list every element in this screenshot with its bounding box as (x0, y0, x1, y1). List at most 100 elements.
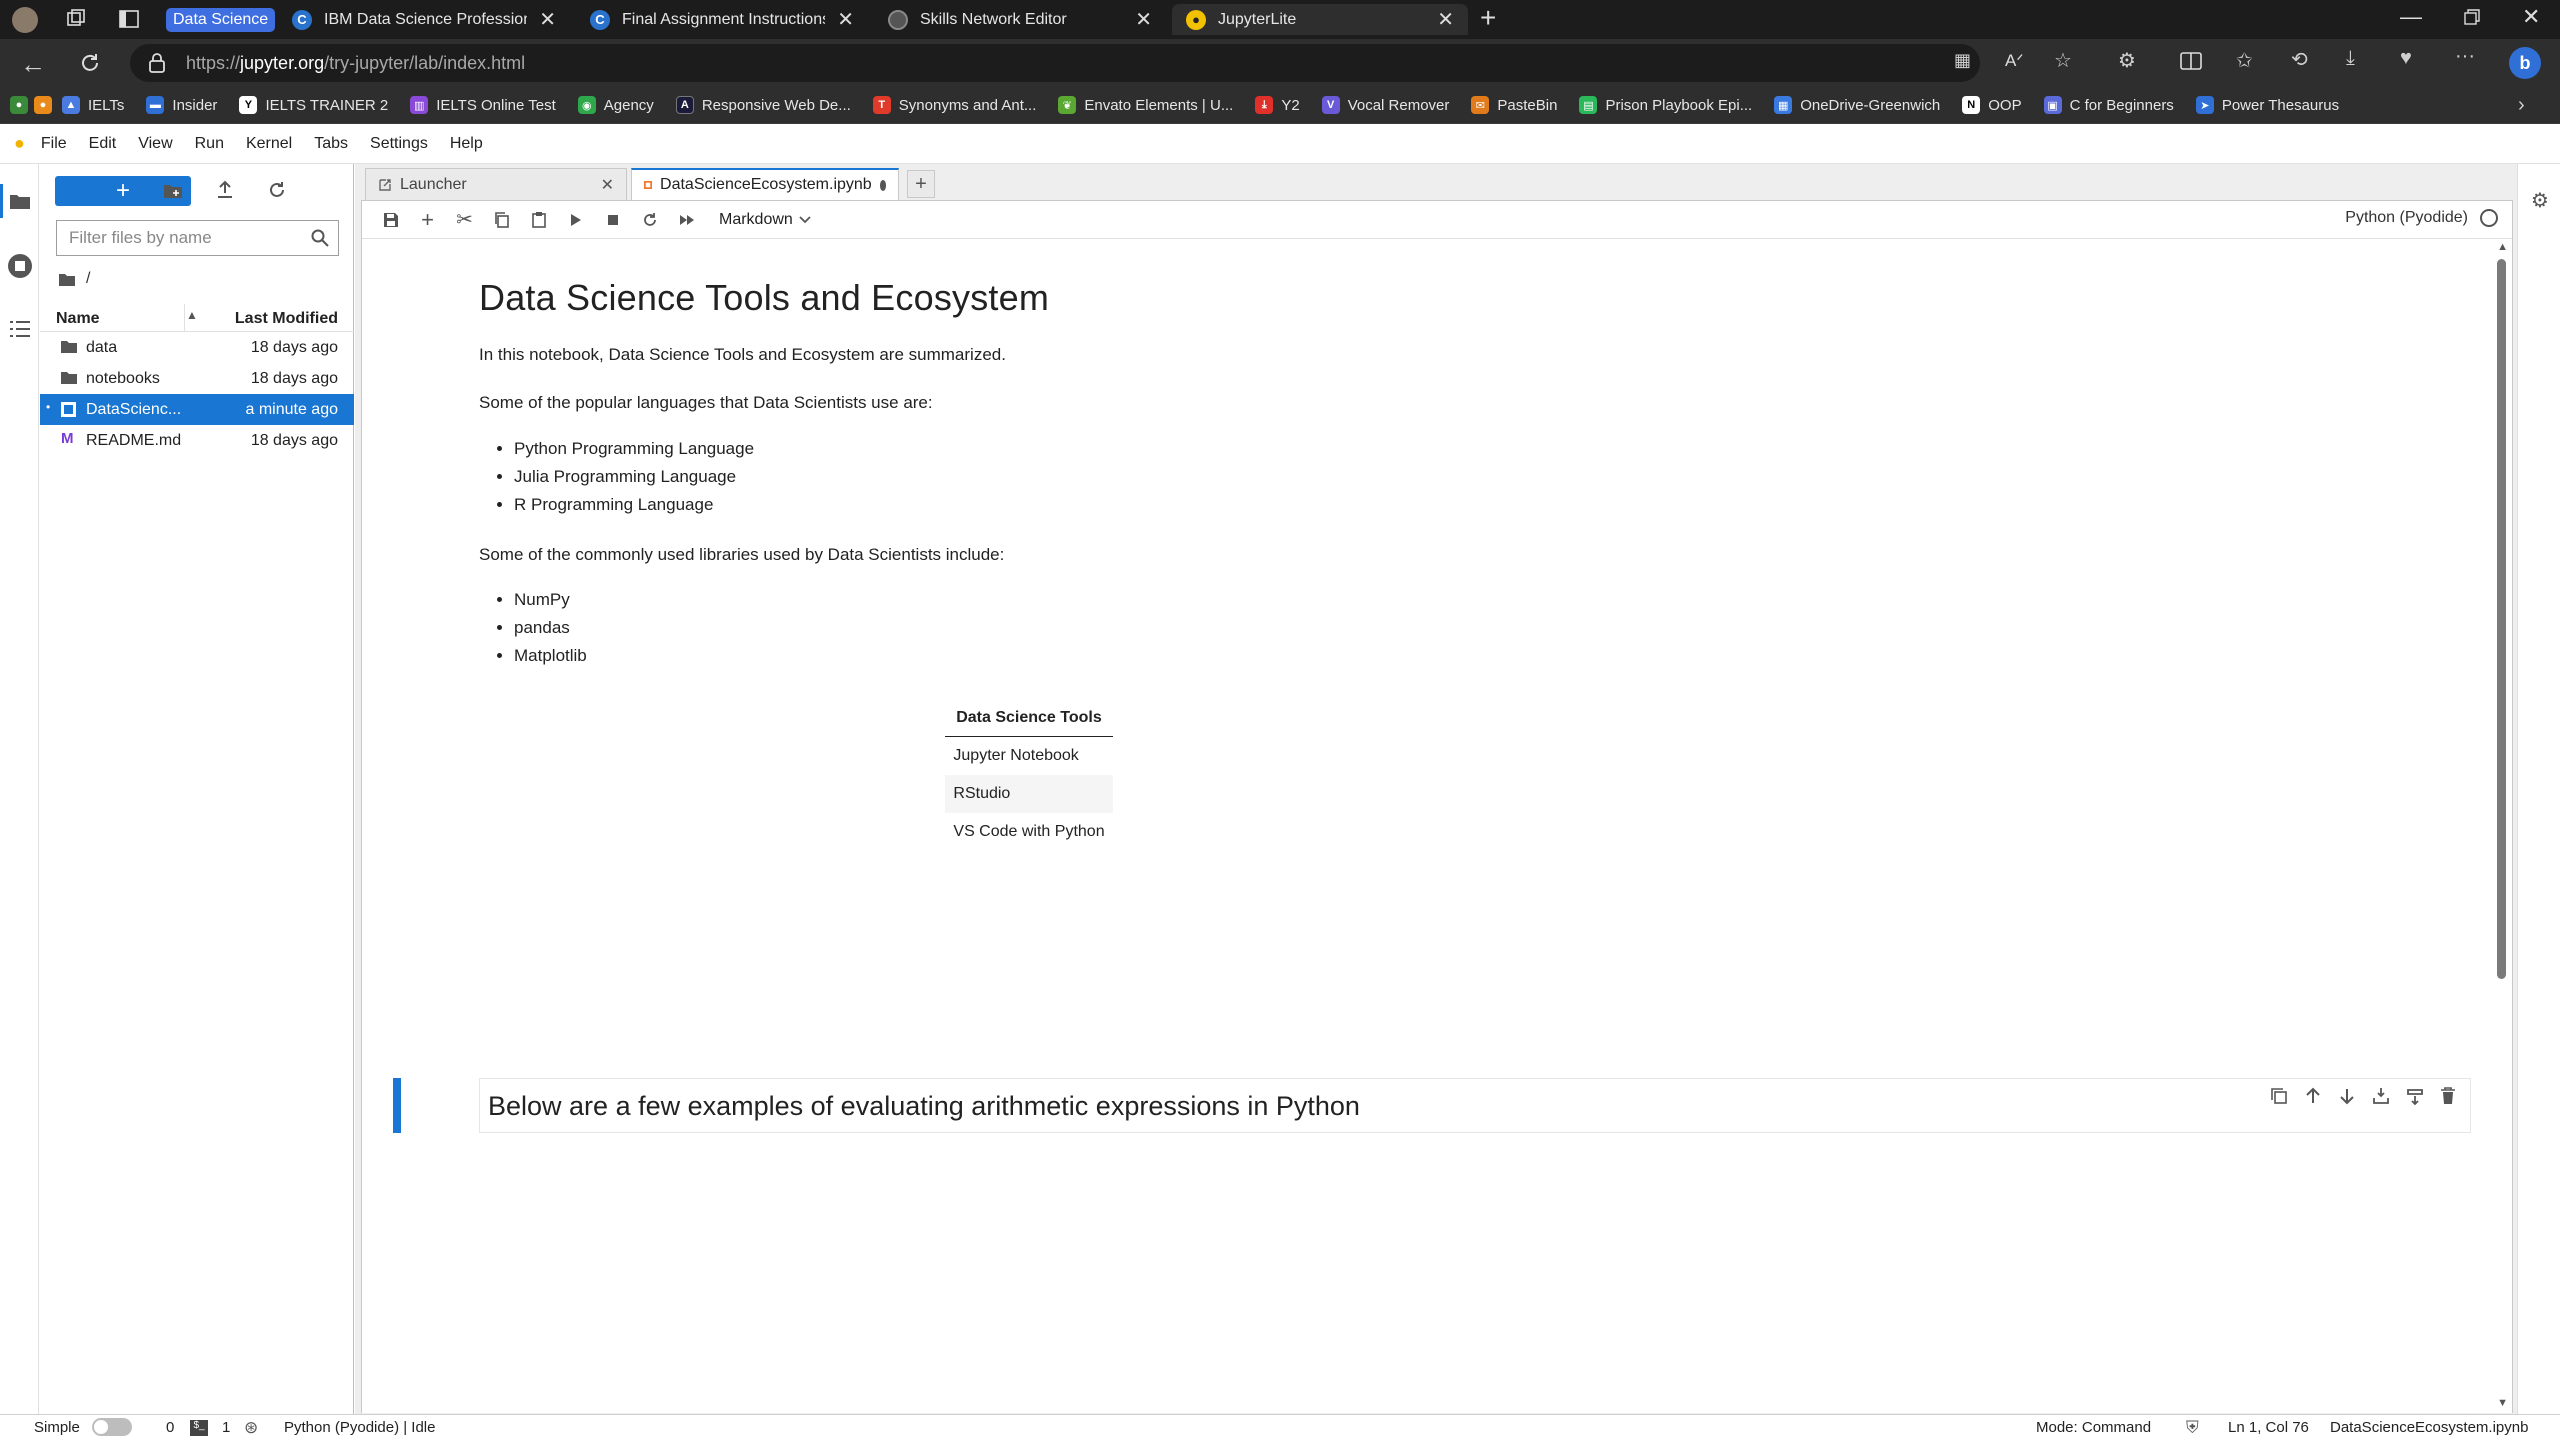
unsaved-dot-icon[interactable] (879, 179, 886, 191)
active-markdown-cell[interactable]: Below are a few examples of evaluating a… (393, 1078, 2471, 1133)
duplicate-cell-icon[interactable] (2270, 1087, 2288, 1105)
menu-settings[interactable]: Settings (370, 135, 428, 153)
scroll-up-icon[interactable]: ▲ (2497, 241, 2508, 253)
trusted-shield-icon[interactable]: ⛨ (2186, 1418, 2199, 1438)
profile-avatar[interactable] (12, 7, 38, 33)
kernel-sessions-icon[interactable]: ⊛ (244, 1418, 258, 1438)
bookmark-item[interactable]: ✉ PasteBin (1471, 96, 1557, 114)
bookmark-item[interactable]: ▤ Prison Playbook Epi... (1579, 96, 1752, 114)
new-tab-button[interactable]: + (1480, 2, 1496, 34)
browser-tab-final-assignment[interactable]: C Final Assignment Instructions: Cr ✕ (576, 4, 868, 35)
close-window-button[interactable]: ✕ (2522, 4, 2540, 30)
refresh-icon[interactable] (78, 51, 102, 75)
new-folder-icon[interactable] (163, 182, 183, 200)
performance-icon[interactable]: ♥ (2400, 47, 2412, 70)
kernel-count[interactable]: 1 (222, 1419, 230, 1436)
bookmark-item[interactable]: V Vocal Remover (1321, 96, 1449, 114)
move-up-icon[interactable] (2304, 1087, 2322, 1105)
favorite-star-icon[interactable]: ☆ (2054, 48, 2072, 73)
tab-actions-icon[interactable] (118, 8, 140, 30)
browser-tab-ibm[interactable]: C IBM Data Science Professional C ✕ (278, 4, 570, 35)
workspaces-icon[interactable] (64, 7, 88, 31)
chevron-right-icon[interactable]: › (2518, 94, 2525, 117)
copilot-icon[interactable]: b (2509, 47, 2541, 79)
file-row-readme[interactable]: M README.md 18 days ago (40, 425, 354, 456)
close-icon[interactable]: ✕ (1135, 10, 1152, 30)
bookmark-item[interactable]: ➤ Power Thesaurus (2195, 96, 2339, 114)
restart-icon[interactable] (631, 205, 668, 235)
upload-icon[interactable] (216, 180, 234, 200)
insert-below-icon[interactable] (2372, 1087, 2390, 1105)
kernel-name[interactable]: Python (Pyodide) (2345, 209, 2468, 227)
breadcrumb-root[interactable]: / (86, 270, 90, 288)
run-icon[interactable] (557, 205, 594, 235)
tab-notebook[interactable]: DataScienceEcosystem.ipynb (631, 168, 899, 200)
menu-view[interactable]: View (138, 135, 172, 153)
downloads-icon[interactable]: ⤓ (2346, 47, 2355, 70)
back-icon[interactable]: ← (20, 49, 46, 80)
bookmark-icon[interactable]: ● (10, 96, 28, 114)
tab-launcher[interactable]: Launcher ✕ (365, 168, 627, 200)
bookmark-item[interactable]: ▦ OneDrive-Greenwich (1774, 96, 1940, 114)
table-of-contents-icon[interactable] (9, 320, 31, 338)
vertical-scrollbar[interactable] (2497, 259, 2506, 979)
browser-tab-skills-network[interactable]: Skills Network Editor ✕ (874, 4, 1166, 35)
history-icon[interactable]: ⟲ (2291, 47, 2308, 72)
menu-file[interactable]: File (41, 135, 67, 153)
bookmark-item[interactable]: ▲ IELTs (62, 96, 124, 114)
bookmark-item[interactable]: A Responsive Web De... (675, 96, 851, 114)
cursor-position[interactable]: Ln 1, Col 76 (2228, 1419, 2309, 1436)
minimize-button[interactable]: — (2400, 4, 2422, 30)
column-last-modified[interactable]: Last Modified (235, 310, 338, 328)
property-inspector-icon[interactable]: ⚙ (2531, 188, 2549, 213)
scroll-down-icon[interactable]: ▼ (2497, 1397, 2508, 1409)
save-icon[interactable] (372, 205, 409, 235)
url-field[interactable]: https://jupyter.org/try-jupyter/lab/inde… (130, 44, 1980, 82)
running-count[interactable]: 0 (166, 1419, 174, 1436)
bookmark-item[interactable]: ⤓ Y2 (1255, 96, 1300, 114)
menu-run[interactable]: Run (195, 135, 224, 153)
tab-group-label[interactable]: Data Science (166, 8, 276, 32)
close-icon[interactable]: ✕ (837, 10, 854, 30)
read-aloud-icon[interactable]: Aᐟ (2005, 51, 2024, 71)
markdown-cell-rendered[interactable]: Data Science Tools and Ecosystem In this… (479, 239, 2459, 851)
paste-icon[interactable] (520, 205, 557, 235)
file-row-data[interactable]: data 18 days ago (40, 332, 354, 363)
close-icon[interactable]: ✕ (539, 10, 556, 30)
kernel-status[interactable]: Python (Pyodide) | Idle (284, 1419, 435, 1436)
folder-icon[interactable] (58, 272, 76, 287)
bookmark-item[interactable]: ❦ Envato Elements | U... (1058, 96, 1233, 114)
restore-button[interactable] (2463, 8, 2481, 26)
stop-icon[interactable] (594, 205, 631, 235)
filter-files-input[interactable]: Filter files by name (56, 220, 339, 256)
menu-help[interactable]: Help (450, 135, 483, 153)
bookmark-item[interactable]: N OOP (1962, 96, 2022, 114)
column-name[interactable]: Name (56, 310, 100, 328)
menu-edit[interactable]: Edit (89, 135, 117, 153)
menu-kernel[interactable]: Kernel (246, 135, 292, 153)
menu-tabs[interactable]: Tabs (314, 135, 348, 153)
refresh-icon[interactable] (268, 181, 286, 199)
close-icon[interactable]: ✕ (601, 175, 614, 195)
browser-tab-jupyterlite[interactable]: ● JupyterLite ✕ (1172, 4, 1468, 35)
more-menu-icon[interactable]: ··· (2455, 45, 2475, 68)
running-kernels-icon[interactable] (8, 254, 32, 278)
cut-icon[interactable]: ✂ (446, 205, 483, 235)
insert-cell-icon[interactable]: + (409, 205, 446, 235)
close-icon[interactable]: ✕ (1437, 10, 1454, 30)
bookmark-item[interactable]: Y IELTS TRAINER 2 (239, 96, 388, 114)
folder-icon[interactable] (9, 192, 31, 210)
bookmark-icon[interactable]: ● (34, 96, 52, 114)
app-available-icon[interactable]: ▦ (1954, 50, 1971, 71)
kernel-indicator[interactable]: Python (Pyodide) (2345, 209, 2498, 227)
simple-mode-toggle[interactable] (92, 1418, 132, 1437)
bookmark-item[interactable]: ▥ IELTS Online Test (410, 96, 556, 114)
move-down-icon[interactable] (2338, 1087, 2356, 1105)
extensions-icon[interactable]: ⚙ (2118, 48, 2136, 73)
split-screen-icon[interactable] (2180, 51, 2202, 71)
cell-type-dropdown[interactable]: Markdown (719, 211, 811, 229)
bookmark-item[interactable]: ▬ Insider (146, 96, 217, 114)
bookmark-item[interactable]: ▣ C for Beginners (2043, 96, 2174, 114)
bookmark-item[interactable]: ◉ Agency (577, 96, 654, 114)
add-tab-button[interactable]: + (907, 170, 935, 198)
